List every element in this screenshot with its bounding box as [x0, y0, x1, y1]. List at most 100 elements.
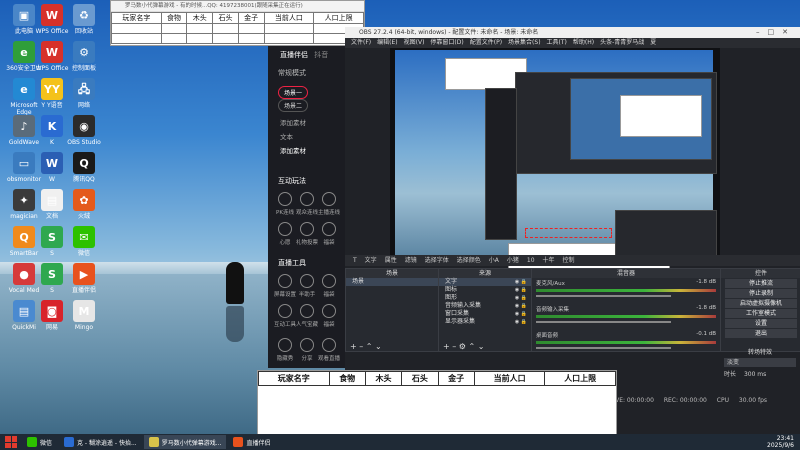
taskbar-item[interactable]: 罗马数小代弹幕游戏...: [143, 435, 227, 449]
source-item[interactable]: 图形 ◉ 🔒: [439, 294, 531, 302]
context-item[interactable]: 选择颜色: [457, 257, 481, 264]
eye-icon[interactable]: ◉ 🔒: [515, 286, 527, 294]
taskbar-item[interactable]: 克 - 糊涂逍遥 - 快抬...: [59, 435, 142, 449]
context-item[interactable]: 选择字体: [425, 257, 449, 264]
add-material-button[interactable]: 添加素材: [268, 144, 346, 158]
huorong-icon: ✿: [73, 189, 95, 211]
wish-item[interactable]: 心愿: [274, 222, 296, 246]
source-item[interactable]: 窗口采集 ◉ 🔒: [439, 310, 531, 318]
mode-label[interactable]: 常规模式: [268, 64, 346, 82]
menu-item[interactable]: 场景集合(S): [508, 39, 541, 46]
spreadsheet-window-top[interactable]: 罗马数小代弹幕游戏 - 有的时候...QQ: 4197238001(跟随采集正在…: [110, 0, 365, 46]
menu-item[interactable]: 帮助(H): [573, 39, 594, 46]
system-clock[interactable]: 23:41 2025/9/6: [767, 435, 794, 449]
audience-link-item[interactable]: 观众连线: [296, 192, 318, 216]
assistant-item[interactable]: 半助手: [296, 274, 318, 298]
volume-fader[interactable]: [536, 347, 671, 349]
menu-item[interactable]: 夏: [650, 39, 656, 46]
sources-toolbar[interactable]: + – ⚙ ⌃ ⌄: [439, 342, 531, 351]
interact-tool-item[interactable]: 互动工具: [274, 304, 296, 328]
tool-bag-item[interactable]: 福袋: [318, 274, 340, 298]
context-item[interactable]: 滤镜: [405, 257, 417, 264]
desktop-icon[interactable]: 🖧 网络: [64, 78, 104, 109]
hide-show-item[interactable]: 隐藏秀: [274, 338, 296, 362]
eye-icon[interactable]: ◉ 🔒: [515, 302, 527, 310]
controls-header: 控件: [721, 269, 800, 278]
context-item[interactable]: 控制: [563, 257, 575, 264]
menu-item[interactable]: 文件(F): [351, 39, 371, 46]
host-link-item[interactable]: 主播连线: [318, 192, 340, 216]
scene-tab-1[interactable]: 场景一: [278, 86, 309, 99]
context-item[interactable]: 10: [527, 257, 535, 264]
taskbar-item[interactable]: 直播伴侣: [228, 435, 275, 449]
eye-icon[interactable]: ◉ 🔒: [515, 318, 527, 326]
gift-vote-item[interactable]: 礼物投票: [296, 222, 318, 246]
source-item[interactable]: 音频输入采集 ◉ 🔒: [439, 302, 531, 310]
desktop-icon[interactable]: ✉ 微信: [64, 226, 104, 257]
source-item[interactable]: 图标 ◉ 🔒: [439, 286, 531, 294]
obs-title: OBS 27.2.4 (64-bit, windows) - 配置文件: 未命名…: [359, 29, 539, 36]
taskbar-item[interactable]: 微信: [22, 435, 57, 449]
desktop-icon[interactable]: ◉ OBS Studio: [64, 115, 104, 146]
sources-dock: 来源 文字 ◉ 🔒 图标 ◉ 🔒 图形 ◉ 🔒 音频输入采集 ◉ 🔒 窗口采集 ◉ 🔒 显示器采集 ◉…: [438, 268, 532, 352]
pk-link-item[interactable]: PK连线: [274, 192, 296, 216]
scenes-toolbar[interactable]: + – ⌃ ⌄: [346, 342, 438, 351]
volume-fader[interactable]: [536, 295, 671, 297]
control-button[interactable]: 停止录制: [725, 289, 797, 298]
context-item[interactable]: T: [353, 257, 357, 264]
menu-item[interactable]: 编辑(E): [377, 39, 397, 46]
interact-grid: PK连线 观众连线 主播连线 心愿 礼物投票 福袋: [268, 190, 346, 254]
volume-fader[interactable]: [536, 321, 671, 323]
control-button[interactable]: 退出: [725, 329, 797, 338]
k-app-icon: K: [41, 115, 63, 137]
control-button[interactable]: 设置: [725, 319, 797, 328]
obs-preview[interactable]: [390, 48, 720, 275]
control-button[interactable]: 工作室模式: [725, 309, 797, 318]
column-header: 食物: [160, 12, 188, 24]
obs-window-controls[interactable]: –□✕: [756, 27, 796, 38]
spreadsheet-window-bottom[interactable]: 玩家名字 食物 木头 石头 金子 当前人口 人口上限: [257, 370, 617, 436]
mixer-channel-header: 音频输入采集 -1.8 dB: [536, 305, 716, 313]
desktop-icon[interactable]: ⚙ 控制面板: [64, 41, 104, 72]
control-button[interactable]: 启动虚拟摄像机: [725, 299, 797, 308]
source-item[interactable]: 显示器采集 ◉ 🔒: [439, 318, 531, 326]
wps-office-icon: W: [41, 41, 63, 63]
context-item[interactable]: 小猪: [507, 257, 519, 264]
start-button[interactable]: [5, 436, 17, 448]
menu-item[interactable]: 视图(V): [404, 39, 425, 46]
eye-icon[interactable]: ◉ 🔒: [515, 294, 527, 302]
share-item[interactable]: 分享: [296, 338, 318, 362]
desktop-icon[interactable]: M Mingo: [64, 300, 104, 331]
live-companion-window[interactable]: 直播伴侣 抖音 常规模式 场景一 场景二 添加素材 文本 添加素材 互动玩法 P…: [268, 46, 346, 368]
source-item[interactable]: 文字 ◉ 🔒: [439, 278, 531, 286]
popularity-item[interactable]: 人气宝藏: [296, 304, 318, 328]
mixer-channel-header: 麦克风/Aux -1.8 dB: [536, 279, 716, 287]
menu-item[interactable]: 配置文件(P): [470, 39, 502, 46]
context-item[interactable]: 属性: [385, 257, 397, 264]
transition-select[interactable]: 淡变: [724, 358, 796, 367]
menu-item[interactable]: 工具(T): [547, 39, 567, 46]
scene-tab-2[interactable]: 场景二: [278, 99, 309, 112]
desktop-icon[interactable]: ♻ 回收站: [64, 4, 104, 35]
context-item[interactable]: 小A: [489, 257, 499, 264]
desktop-icon[interactable]: Q 腾讯QQ: [64, 152, 104, 183]
transition-duration-row[interactable]: 时长 300 ms: [720, 369, 800, 378]
menu-item[interactable]: 停靠窗口(D): [430, 39, 463, 46]
lucky-bag-item[interactable]: 福袋: [318, 222, 340, 246]
context-item[interactable]: 十年: [543, 257, 555, 264]
add-source-row[interactable]: 添加素材: [268, 116, 346, 130]
desktop-icon[interactable]: ✿ 火绒: [64, 189, 104, 220]
watch-live-item[interactable]: 观看直播: [318, 338, 340, 362]
desktop-icon-label: 微信: [77, 250, 90, 257]
scene-item[interactable]: 场景: [346, 278, 438, 286]
context-item[interactable]: 文字: [365, 257, 377, 264]
desktop-icon[interactable]: ▶ 直播伴侣: [64, 263, 104, 294]
eye-icon[interactable]: ◉ 🔒: [515, 310, 527, 318]
screen-settings-item[interactable]: 屏幕设置: [274, 274, 296, 298]
tool-bag2-item[interactable]: 福袋: [318, 304, 340, 328]
eye-icon[interactable]: ◉ 🔒: [515, 278, 527, 286]
control-button[interactable]: 停止推流: [725, 279, 797, 288]
text-source-row[interactable]: 文本: [268, 130, 346, 144]
spreadsheet-title: 罗马数小代弹幕游戏 - 有的时候...QQ: 4197238001(跟随采集正在…: [111, 1, 364, 12]
menu-item[interactable]: 头条-青青罗马战: [600, 39, 644, 46]
